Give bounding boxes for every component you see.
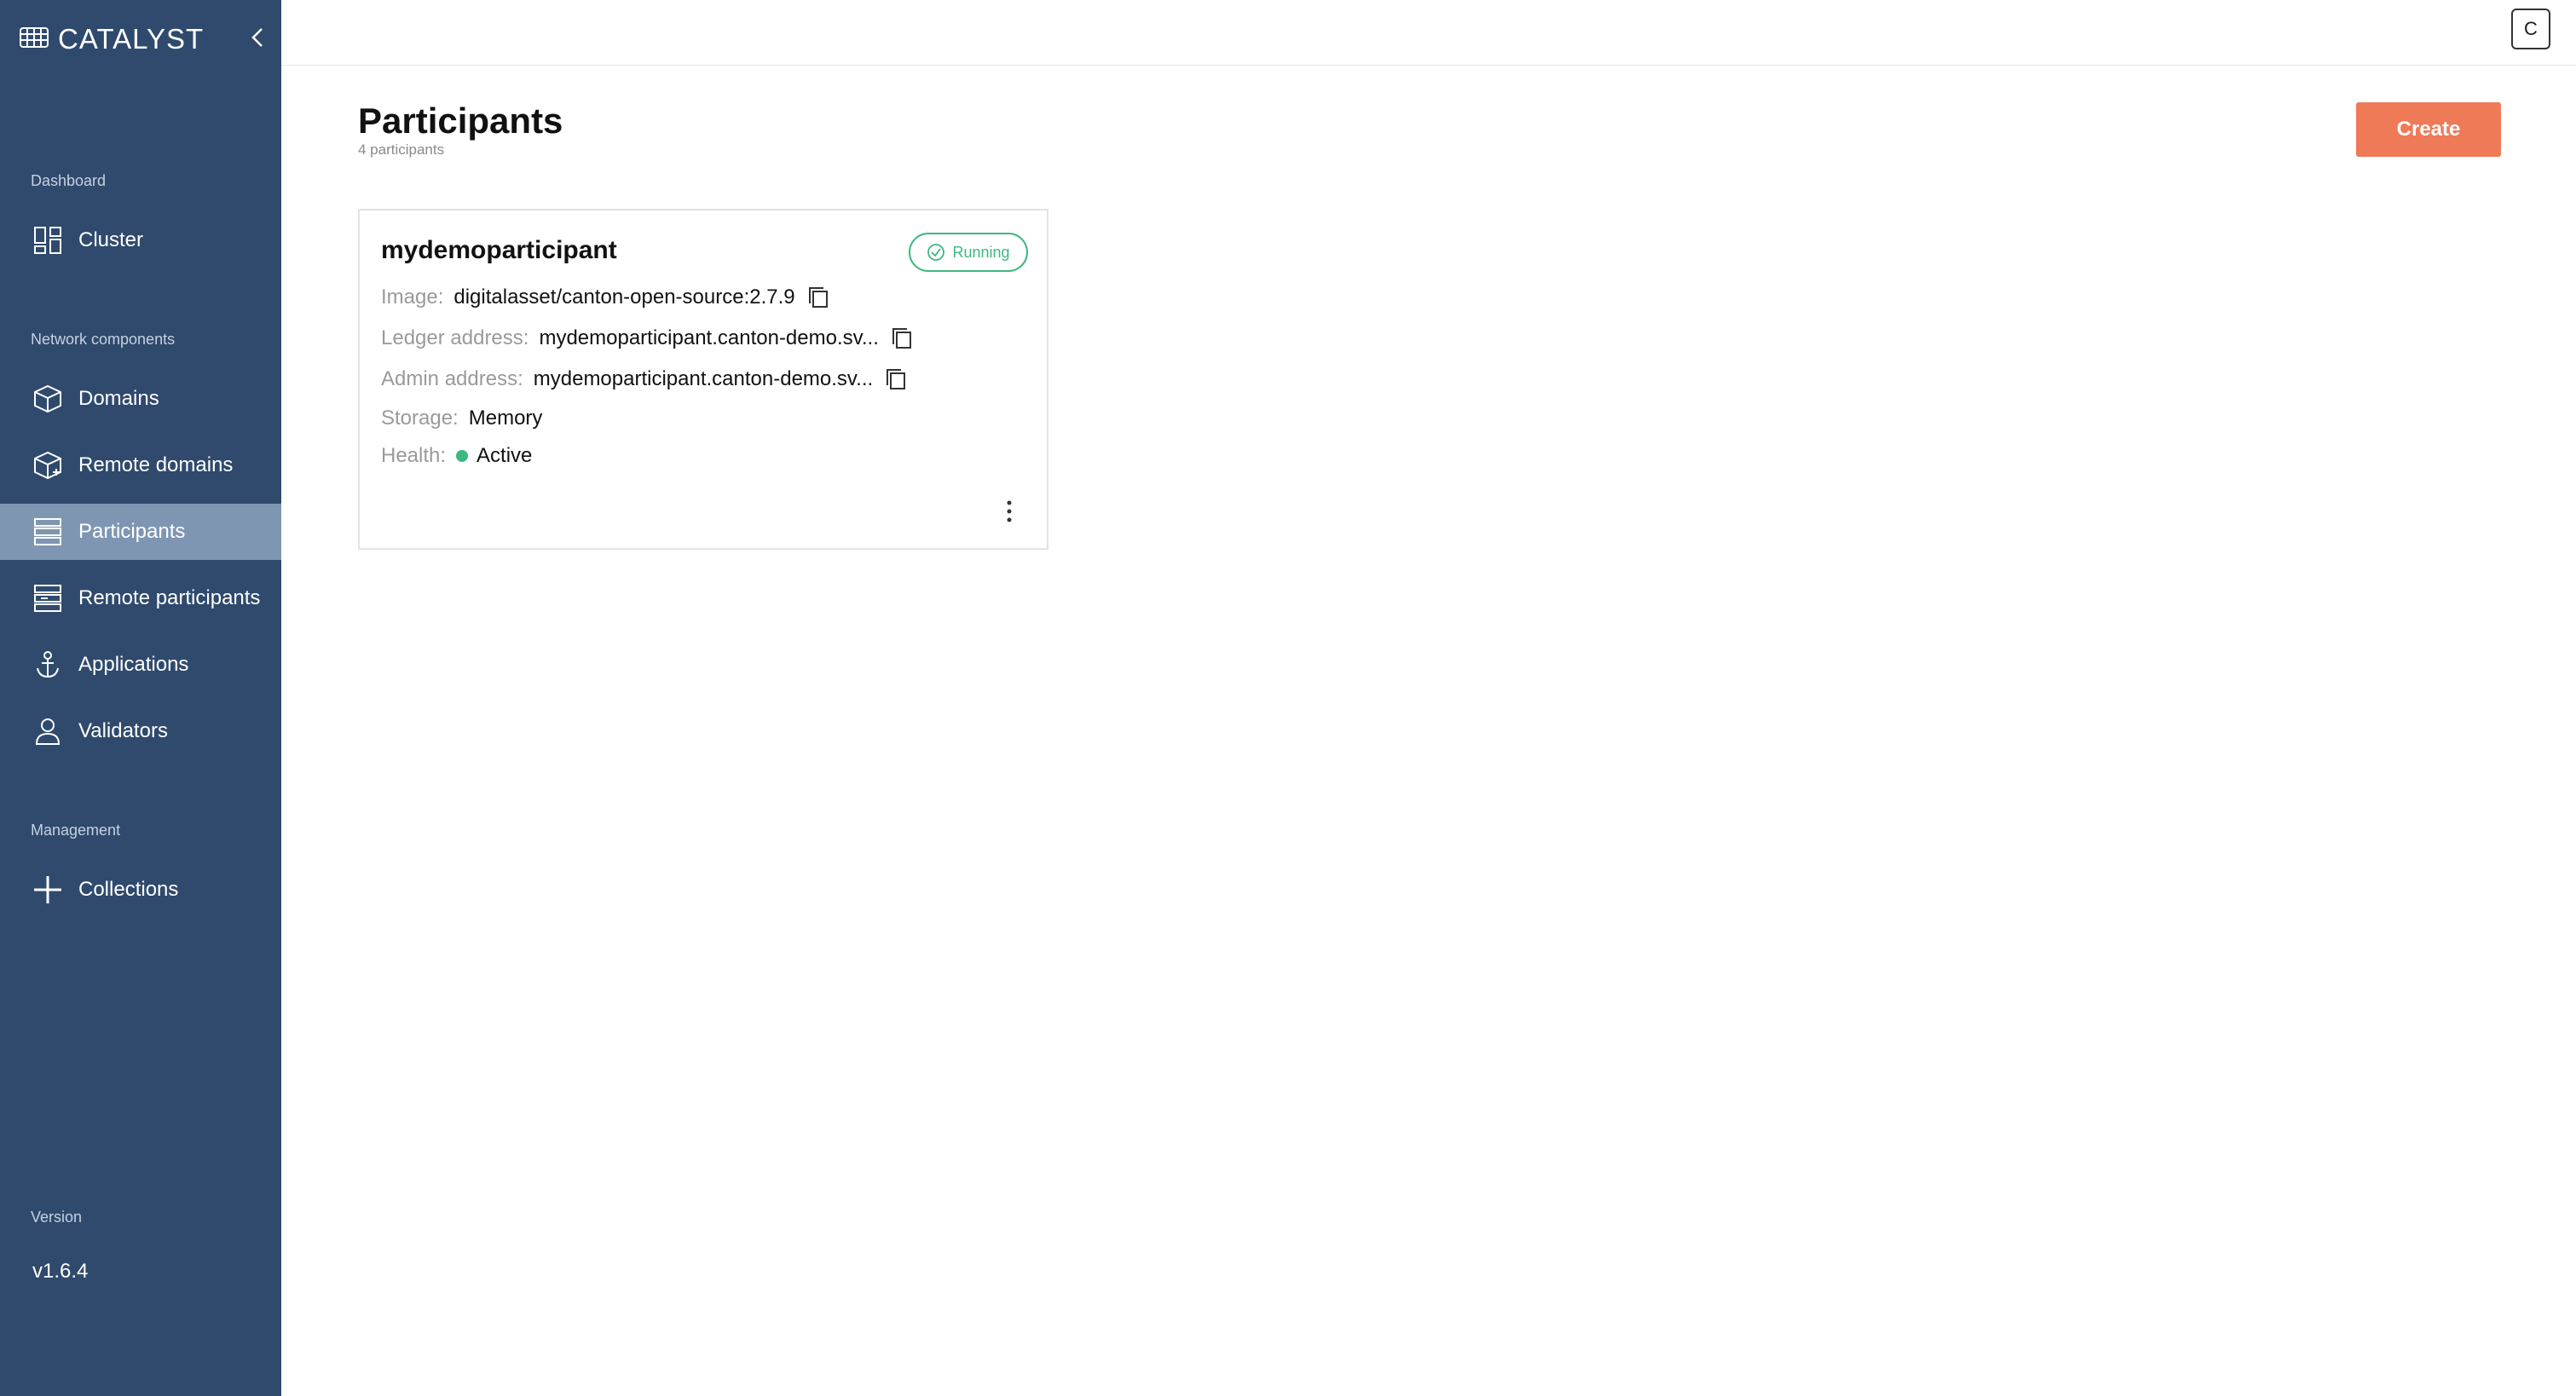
status-badge: Running	[909, 233, 1028, 272]
check-circle-icon	[927, 244, 945, 261]
participant-card[interactable]: mydemoparticipant Running Image: digital…	[358, 209, 1048, 550]
copy-icon	[887, 369, 906, 389]
sidebar-item-collections[interactable]: Collections	[0, 862, 281, 918]
sidebar-item-applications[interactable]: Applications	[0, 637, 281, 693]
catalyst-logo-icon	[19, 25, 49, 55]
copy-image-button[interactable]	[807, 286, 829, 309]
brand-name: CATALYST	[58, 23, 205, 55]
sidebar-item-label: Remote participants	[78, 586, 261, 609]
create-button[interactable]: Create	[2356, 102, 2501, 157]
section-label-management: Management	[31, 822, 121, 839]
admin-row: Admin address: mydemoparticipant.canton-…	[381, 367, 907, 391]
storage-row: Storage: Memory	[381, 407, 542, 430]
anchor-icon	[31, 648, 65, 682]
health-dot-icon	[456, 450, 469, 462]
health-label: Health:	[381, 444, 447, 467]
sidebar-item-label: Domains	[78, 387, 159, 410]
section-label-version: Version	[31, 1209, 83, 1226]
status-text: Running	[952, 243, 1010, 261]
sidebar-item-label: Applications	[78, 653, 189, 676]
server-link-icon	[31, 581, 65, 615]
cube-link-icon	[31, 448, 65, 482]
sidebar-item-label: Remote domains	[78, 453, 234, 476]
sidebar-item-domains[interactable]: Domains	[0, 371, 281, 427]
kebab-menu-icon	[1007, 500, 1012, 522]
storage-label: Storage:	[381, 407, 459, 430]
more-options-button[interactable]	[999, 496, 1019, 527]
health-row: Health: Active	[381, 444, 532, 468]
copy-ledger-button[interactable]	[891, 326, 913, 350]
user-icon	[31, 714, 65, 748]
sidebar-item-validators[interactable]: Validators	[0, 703, 281, 759]
collapse-sidebar-button[interactable]	[244, 22, 271, 53]
copy-icon	[808, 287, 828, 308]
ledger-row: Ledger address: mydemoparticipant.canton…	[381, 326, 913, 350]
image-value: digitalasset/canton-open-source:2.7.9	[453, 286, 795, 309]
admin-label: Admin address:	[381, 367, 523, 390]
sidebar-item-remote-participants[interactable]: Remote participants	[0, 570, 281, 626]
admin-value: mydemoparticipant.canton-demo.sv...	[533, 367, 874, 390]
copy-admin-button[interactable]	[885, 367, 907, 391]
sidebar: CATALYST Dashboard Cluster Network compo…	[0, 0, 281, 1396]
cube-icon	[31, 382, 65, 416]
sidebar-item-remote-domains[interactable]: Remote domains	[0, 437, 281, 493]
sidebar-item-cluster[interactable]: Cluster	[0, 212, 281, 268]
image-row: Image: digitalasset/canton-open-source:2…	[381, 286, 829, 309]
sidebar-item-label: Validators	[78, 719, 168, 742]
section-label-dashboard: Dashboard	[31, 172, 107, 189]
sidebar-item-label: Cluster	[78, 228, 144, 251]
image-label: Image:	[381, 286, 444, 309]
server-icon	[31, 515, 65, 549]
section-label-network: Network components	[31, 331, 176, 348]
sidebar-item-label: Collections	[78, 878, 179, 901]
sidebar-item-label: Participants	[78, 520, 186, 543]
grid-icon	[31, 223, 65, 257]
participant-count: 4 participants	[358, 141, 445, 158]
page-title: Participants	[358, 101, 563, 141]
copy-icon	[892, 328, 911, 349]
brand-logo[interactable]: CATALYST	[19, 22, 204, 56]
plus-icon	[31, 873, 65, 907]
sidebar-item-participants[interactable]: Participants	[0, 504, 281, 560]
ledger-value: mydemoparticipant.canton-demo.sv...	[539, 326, 879, 349]
chevron-left-icon	[251, 28, 263, 47]
ledger-label: Ledger address:	[381, 326, 529, 349]
storage-value: Memory	[468, 407, 543, 430]
participant-name: mydemoparticipant	[381, 236, 617, 264]
avatar[interactable]: C	[2511, 9, 2550, 49]
health-value: Active	[477, 444, 533, 467]
version-value: v1.6.4	[32, 1260, 89, 1283]
top-bar: C	[281, 0, 2576, 66]
